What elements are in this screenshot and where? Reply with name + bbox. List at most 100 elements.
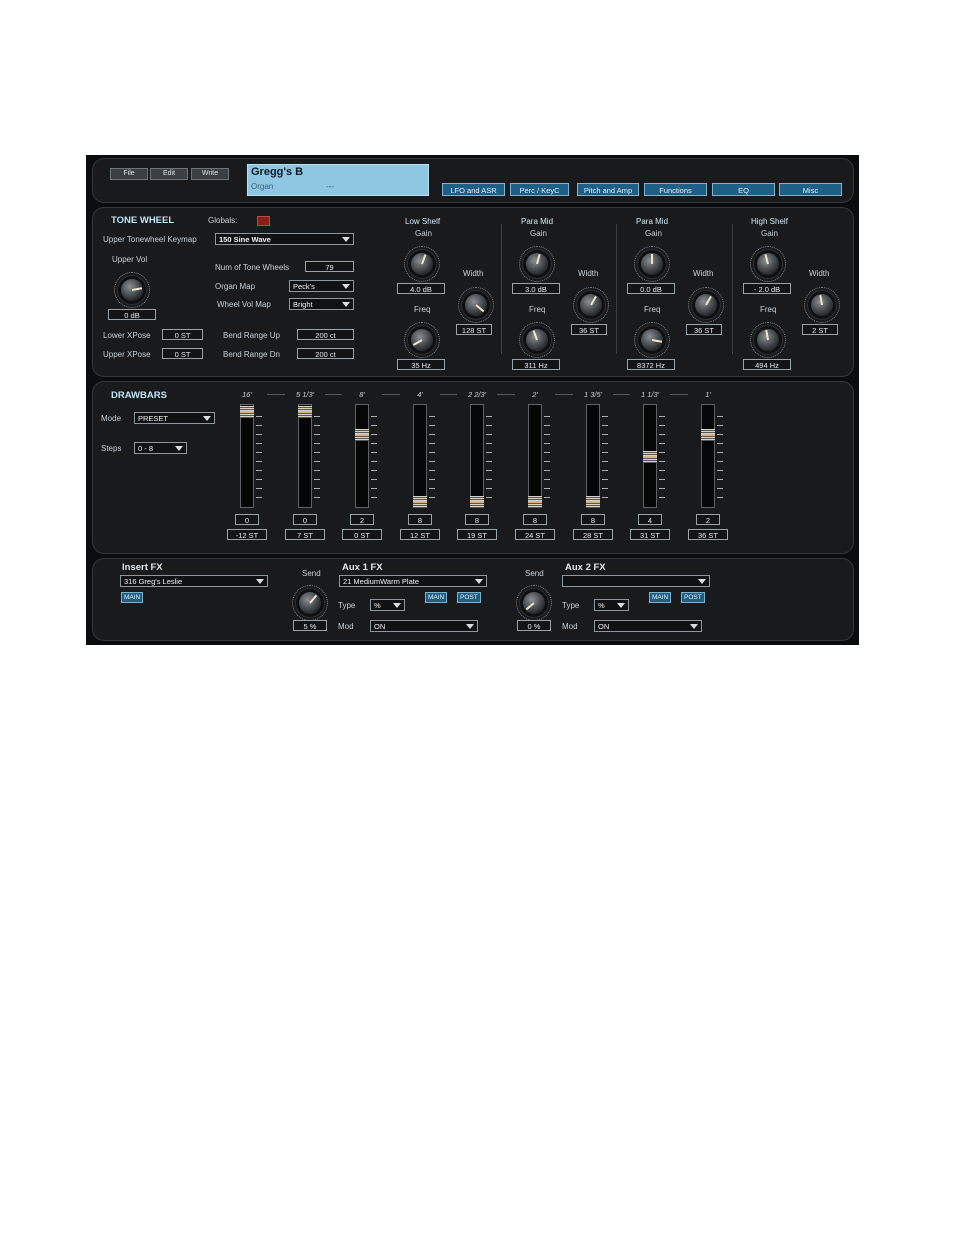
drawbar-handle[interactable] <box>586 496 600 508</box>
drawbar-pitch[interactable]: 12 ST <box>400 529 440 540</box>
drawbar-footage-label: 2' <box>515 390 555 400</box>
high-shelf-gain-knob[interactable] <box>750 246 786 282</box>
para-mid-1-freq-knob[interactable] <box>519 322 555 358</box>
low-shelf-gain-knob[interactable] <box>404 246 440 282</box>
upper-vol-knob[interactable] <box>114 272 150 308</box>
bend-dn-value[interactable]: 200 ct <box>297 348 354 359</box>
para-mid-1-width-knob[interactable] <box>573 287 609 323</box>
bend-up-value[interactable]: 200 ct <box>297 329 354 340</box>
drawbar-pitch[interactable]: -12 ST <box>227 529 267 540</box>
drawbar-value[interactable]: 8 <box>523 514 547 525</box>
aux2-fx-dropdown[interactable] <box>562 575 710 587</box>
tab-perc-keyc[interactable]: Perc / KeyC <box>510 183 569 196</box>
drawbar-handle[interactable] <box>355 429 369 441</box>
high-shelf-freq-knob[interactable] <box>750 322 786 358</box>
drawbar-pitch[interactable]: 19 ST <box>457 529 497 540</box>
aux1-send-knob[interactable] <box>292 585 328 621</box>
aux1-type-label: Type <box>338 601 356 610</box>
drawbar-handle-stripe <box>298 411 312 413</box>
drawbar-handle[interactable] <box>298 406 312 418</box>
drawbar-slider[interactable] <box>643 404 657 508</box>
aux1-fx-dropdown[interactable]: 21 MediumWarm Plate <box>339 575 487 587</box>
drawbar-handle[interactable] <box>701 429 715 441</box>
drawbar-value[interactable]: 8 <box>465 514 489 525</box>
globals-led[interactable] <box>257 216 270 226</box>
drawbar-value[interactable]: 2 <box>696 514 720 525</box>
aux1-type-dropdown[interactable]: % <box>370 599 405 611</box>
drawbar-handle[interactable] <box>643 451 657 463</box>
drawbar-scale <box>602 416 608 502</box>
aux2-send-knob[interactable] <box>516 585 552 621</box>
drawbar-value[interactable]: 8 <box>408 514 432 525</box>
drawbar-handle-stripe <box>586 501 600 503</box>
aux2-post-tag[interactable]: POST <box>681 592 705 603</box>
drawbar-value[interactable]: 0 <box>293 514 317 525</box>
aux1-main-tag[interactable]: MAIN <box>425 592 448 603</box>
patch-display[interactable]: Gregg's B Organ --- <box>247 164 429 196</box>
patch-name: Gregg's B <box>251 166 304 178</box>
chevron-down-icon <box>256 579 264 584</box>
low-shelf-freq-knob[interactable] <box>404 322 440 358</box>
drawbar-pitch[interactable]: 7 ST <box>285 529 325 540</box>
keymap-dropdown[interactable]: 150 Sine Wave <box>215 233 354 245</box>
eq-freq-label: Freq <box>414 305 431 314</box>
organ-map-dropdown[interactable]: Peck's <box>289 280 354 292</box>
lower-xpose-value[interactable]: 0 ST <box>162 329 203 340</box>
eq-gain-label: Gain <box>415 229 432 238</box>
para-mid-1-gain-knob[interactable] <box>519 246 555 282</box>
para-mid-2-freq-knob[interactable] <box>634 322 670 358</box>
drawbar-handle[interactable] <box>240 406 254 418</box>
drawbar-slider[interactable] <box>298 404 312 508</box>
aux1-post-tag[interactable]: POST <box>457 592 481 603</box>
drawbar-slider[interactable] <box>413 404 427 508</box>
tab-functions[interactable]: Functions <box>644 183 707 196</box>
drawbar-slider[interactable] <box>701 404 715 508</box>
aux2-mod-dropdown[interactable]: ON <box>594 620 702 632</box>
drawbar-value[interactable]: 0 <box>235 514 259 525</box>
tone-wheel-title: TONE WHEEL <box>111 215 175 226</box>
para-mid-2-gain-knob[interactable] <box>634 246 670 282</box>
upper-xpose-value[interactable]: 0 ST <box>162 348 203 359</box>
drawbar-pitch[interactable]: 0 ST <box>342 529 382 540</box>
drawbar-pitch[interactable]: 28 ST <box>573 529 613 540</box>
high-shelf-width-knob[interactable] <box>804 287 840 323</box>
drawbar-slider[interactable] <box>240 404 254 508</box>
chevron-down-icon <box>698 579 706 584</box>
drawbar-pitch[interactable]: 24 ST <box>515 529 555 540</box>
tab-pitch-and-amp[interactable]: Pitch and Amp <box>577 183 639 196</box>
eq-freq-label: Freq <box>644 305 661 314</box>
tab-lfo-and-asr[interactable]: LFO and ASR <box>442 183 505 196</box>
insert-main-tag[interactable]: MAIN <box>121 592 144 603</box>
drawbar-value[interactable]: 4 <box>638 514 662 525</box>
edit-button[interactable]: Edit <box>150 168 188 180</box>
chevron-down-icon <box>617 603 625 608</box>
drawbar-value[interactable]: 2 <box>350 514 374 525</box>
low-shelf-width-knob[interactable] <box>458 287 494 323</box>
drawbar-slider[interactable] <box>586 404 600 508</box>
drawbar-handle[interactable] <box>470 496 484 508</box>
drawbar-slider[interactable] <box>355 404 369 508</box>
drawbar-handle[interactable] <box>413 496 427 508</box>
aux1-mod-dropdown[interactable]: ON <box>370 620 478 632</box>
para-mid-2-width-knob[interactable] <box>688 287 724 323</box>
file-button[interactable]: File <box>110 168 148 180</box>
num-wheels-value[interactable]: 79 <box>305 261 354 272</box>
drawbar-pitch[interactable]: 36 ST <box>688 529 728 540</box>
tab-misc[interactable]: Misc <box>779 183 842 196</box>
drawbar-value[interactable]: 8 <box>581 514 605 525</box>
drawbar-slider[interactable] <box>470 404 484 508</box>
low-shelf-freq-value: 35 Hz <box>397 359 445 370</box>
aux2-type-dropdown[interactable]: % <box>594 599 629 611</box>
drawbar-pitch[interactable]: 31 ST <box>630 529 670 540</box>
para-mid-2-freq-value: 8372 Hz <box>627 359 675 370</box>
drawbar-handle[interactable] <box>528 496 542 508</box>
keymap-label: Upper Tonewheel Keymap <box>103 235 197 244</box>
tab-eq[interactable]: EQ <box>712 183 775 196</box>
eq-width-label: Width <box>463 269 484 278</box>
drawbar-slider[interactable] <box>528 404 542 508</box>
drawbar-scale <box>429 416 435 502</box>
insert-fx-dropdown[interactable]: 316 Greg's Leslie <box>120 575 268 587</box>
write-button[interactable]: Write <box>191 168 229 180</box>
aux2-main-tag[interactable]: MAIN <box>649 592 672 603</box>
wheel-vol-dropdown[interactable]: Bright <box>289 298 354 310</box>
